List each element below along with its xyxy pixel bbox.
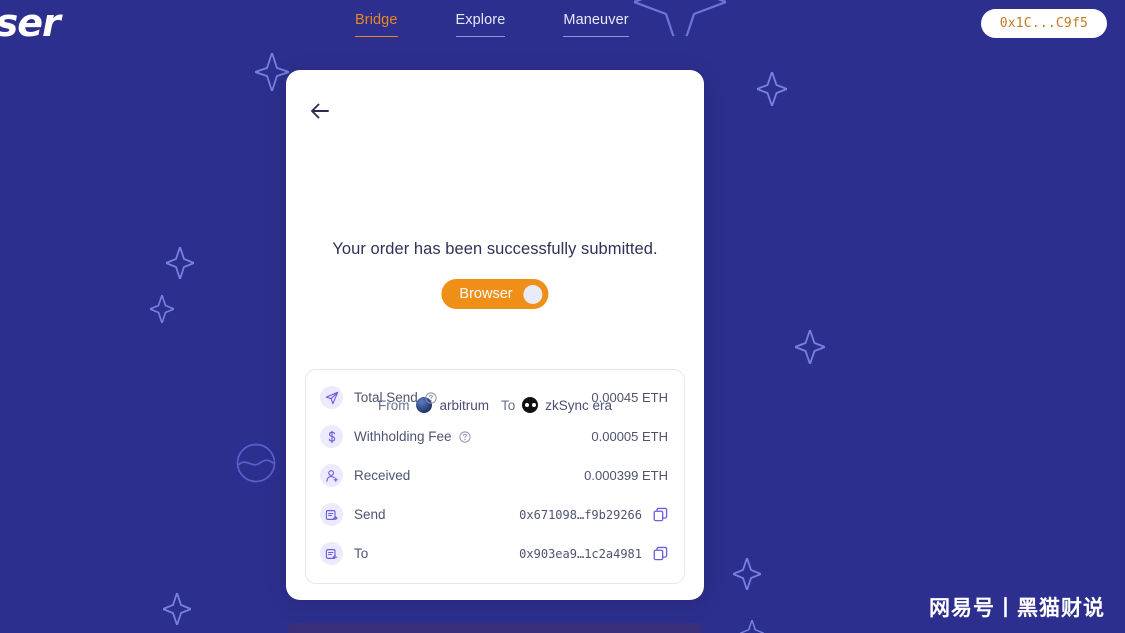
detail-value: 0.00045 ETH (591, 390, 668, 405)
detail-value: 0.00005 ETH (591, 429, 668, 444)
detail-value: 0.000399 ETH (584, 468, 668, 483)
back-button[interactable] (308, 98, 338, 124)
browser-toggle-button[interactable]: Browser (441, 279, 549, 309)
page-bottom-sliver (288, 623, 702, 633)
sparkle-icon (795, 330, 825, 364)
detail-row-received: Received 0.000399 ETH (306, 456, 684, 495)
sparkle-icon (255, 53, 289, 91)
site-logo[interactable]: sser (0, 2, 61, 44)
sparkle-icon (733, 558, 761, 590)
address-in-icon (320, 542, 343, 565)
transaction-details-panel: Total Send 0.00045 ETH Withholding Fee 0… (305, 369, 685, 584)
detail-label: Received (354, 468, 411, 483)
detail-label: To (354, 546, 369, 561)
sparkle-icon (757, 72, 787, 106)
arrow-left-icon (311, 103, 329, 119)
address-out-icon (320, 503, 343, 526)
detail-row-send-address: Send 0x671098…f9b29266 (306, 495, 684, 534)
dollar-icon (320, 425, 343, 448)
detail-row-total-send: Total Send 0.00045 ETH (306, 378, 684, 417)
detail-value: 0x903ea9…1c2a4981 (519, 546, 642, 561)
nav-item-maneuver[interactable]: Maneuver (563, 12, 629, 37)
success-message: Your order has been successfully submitt… (332, 240, 658, 258)
detail-row-to-address: To 0x903ea9…1c2a4981 (306, 534, 684, 573)
copy-icon[interactable] (653, 507, 668, 522)
sparkle-icon (163, 593, 191, 625)
detail-label: Total Send (354, 390, 418, 405)
sparkle-icon (166, 247, 194, 279)
detail-value: 0x671098…f9b29266 (519, 507, 642, 522)
detail-row-withholding-fee: Withholding Fee 0.00005 ETH (306, 417, 684, 456)
sparkle-icon (740, 620, 764, 633)
nav-item-bridge[interactable]: Bridge (355, 12, 398, 37)
send-plane-icon (320, 386, 343, 409)
copy-icon[interactable] (653, 546, 668, 561)
toggle-knob (523, 284, 543, 304)
detail-label: Withholding Fee (354, 429, 452, 444)
sparkle-icon (150, 295, 174, 323)
browser-toggle-label: Browser (459, 286, 513, 302)
watermark: 网易号丨黑猫财说 (929, 596, 1105, 620)
order-confirmation-card: Your order has been successfully submitt… (286, 70, 704, 600)
detail-label: Send (354, 507, 386, 522)
nav-item-explore[interactable]: Explore (455, 12, 506, 37)
user-received-icon (320, 464, 343, 487)
wallet-address-button[interactable]: 0x1C...C9f5 (980, 9, 1107, 38)
help-circle-icon[interactable] (425, 391, 437, 404)
help-circle-icon[interactable] (458, 430, 471, 443)
wave-circle-decor-icon (236, 443, 276, 483)
main-navigation: Bridge Explore Maneuver (355, 12, 629, 37)
site-header: sser Bridge Explore Maneuver 0x1C...C9f5 (0, 0, 1125, 50)
